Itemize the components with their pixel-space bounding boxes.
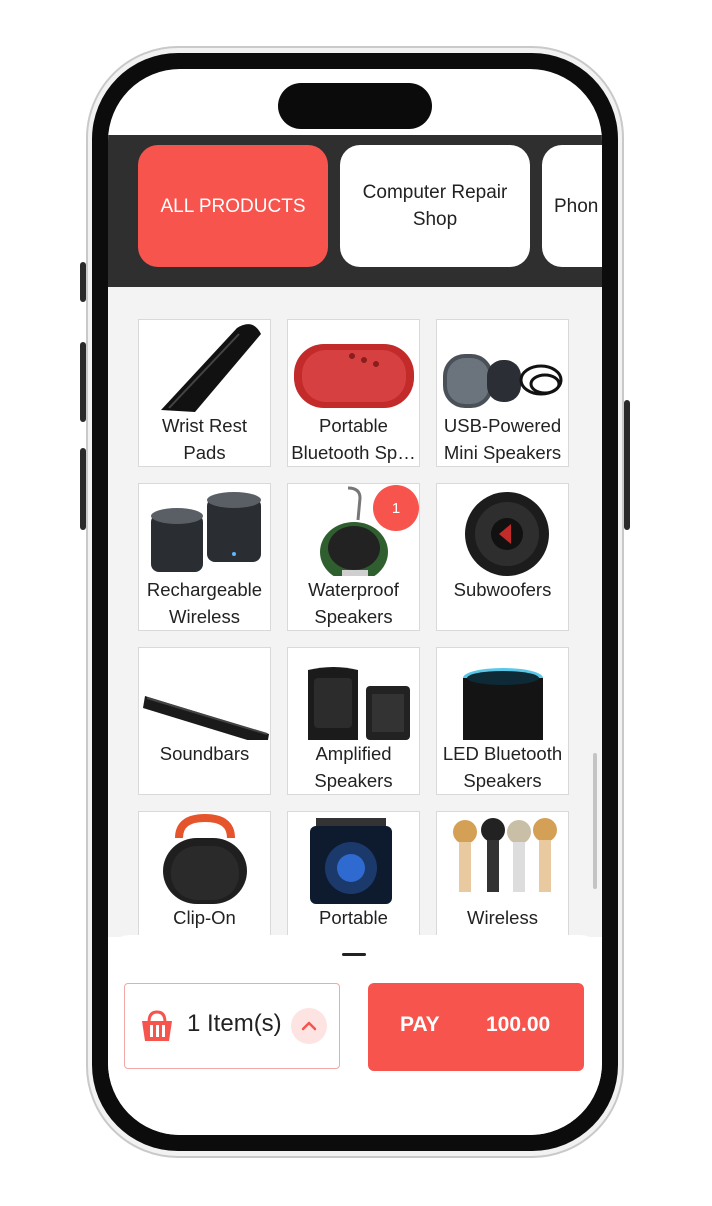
product-card[interactable]: Subwoofers [436, 483, 569, 631]
product-card[interactable]: Portable Bluetooth Sp… [287, 319, 420, 467]
product-card[interactable]: Amplified Speakers [287, 647, 420, 795]
portable-speaker-image [310, 818, 392, 904]
rechargeable-speaker-image [151, 492, 261, 572]
chevron-up-icon [301, 1021, 317, 1031]
product-name: Wrist Rest Pads [162, 415, 247, 463]
tab-label: ALL PRODUCTS [160, 195, 306, 217]
tab-phones[interactable]: Phon [542, 145, 602, 267]
pay-button[interactable]: PAY 100.00 [368, 983, 584, 1071]
scrollbar[interactable] [593, 753, 597, 889]
product-name: Subwoofers [453, 579, 552, 600]
basket-icon [142, 1010, 172, 1041]
power-button [624, 400, 630, 530]
product-name: Portable Bluetooth Sp… [291, 415, 416, 463]
product-name: Portable [319, 907, 388, 928]
product-card[interactable]: Wireless [436, 811, 569, 937]
mute-switch [80, 262, 86, 302]
product-card[interactable]: USB-Powered Mini Speakers [436, 319, 569, 467]
product-card[interactable]: Clip-On [138, 811, 271, 937]
product-name: Amplified Speakers [314, 743, 393, 791]
bluetooth-speaker-image [294, 344, 414, 408]
clip-on-speaker-image [163, 813, 247, 904]
product-card[interactable]: Wrist Rest Pads [138, 319, 271, 467]
expand-cart-button[interactable] [291, 1008, 327, 1044]
product-name: LED Bluetooth Speakers [442, 743, 563, 791]
tab-computer-repair-shop[interactable]: Computer Repair Shop [340, 145, 530, 267]
product-name: Clip-On [173, 907, 236, 928]
quantity-badge: 1 [373, 485, 419, 531]
dynamic-island [278, 83, 432, 129]
tab-label: Phon [554, 195, 599, 217]
product-card[interactable]: Portable [287, 811, 420, 937]
volume-down-button [80, 448, 86, 530]
amplified-speaker-image [308, 667, 410, 740]
product-name: Soundbars [159, 743, 250, 764]
product-card[interactable]: LED Bluetooth Speakers [436, 647, 569, 795]
checkout-sheet: 1 Item(s) PAY 100.00 [108, 935, 602, 1135]
product-name: USB-Powered Mini Speakers [443, 415, 562, 463]
tab-all-products[interactable]: ALL PRODUCTS [138, 145, 328, 267]
usb-speaker-image [443, 354, 563, 408]
led-speaker-image [463, 668, 543, 740]
product-grid: Wrist Rest Pads Portable Bluetooth Sp… U… [108, 287, 602, 937]
screen: ALL PRODUCTS Computer Repair Shop Phon W… [108, 69, 602, 1135]
soundbar-image [143, 696, 269, 740]
volume-up-button [80, 342, 86, 422]
product-card[interactable]: Soundbars [138, 647, 271, 795]
category-bar: ALL PRODUCTS Computer Repair Shop Phon [108, 135, 602, 287]
cart-summary[interactable]: 1 Item(s) [124, 983, 340, 1069]
product-name: Rechargeable Wireless Spe… [146, 579, 263, 627]
pay-label: PAY [400, 1013, 440, 1036]
sheet-handle[interactable] [342, 953, 366, 956]
cart-item-count: 1 Item(s) [187, 1010, 282, 1037]
wrist-rest-image [161, 324, 261, 412]
wireless-microphone-image [453, 818, 557, 892]
tab-label: Computer Repair Shop [362, 182, 508, 230]
pay-total: 100.00 [486, 1013, 551, 1036]
subwoofer-image [465, 492, 549, 576]
product-name: Wireless [467, 907, 538, 928]
product-name: Waterproof Speakers [308, 579, 399, 627]
product-card[interactable]: Rechargeable Wireless Spe… [138, 483, 271, 631]
